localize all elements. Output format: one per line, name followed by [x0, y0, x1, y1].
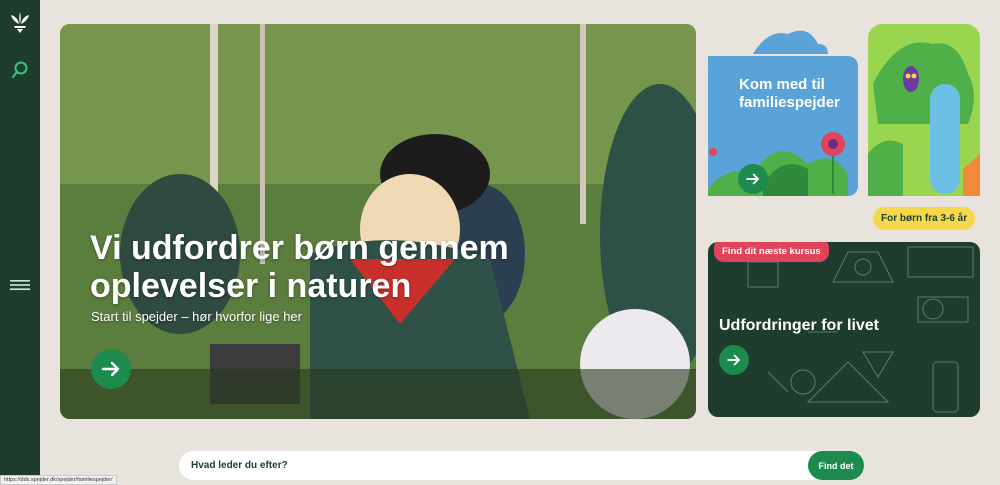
- hero-title: Vi udfordrer børn gennem oplevelser i na…: [90, 229, 509, 305]
- age-badge: For børn fra 3-6 år: [873, 207, 976, 230]
- hero-subtitle[interactable]: Start til spejder – hør hvorfor lige her: [91, 309, 302, 324]
- status-url: https://dds.spejder.dk/spejder/familiesp…: [0, 475, 117, 485]
- hero-arrow-button[interactable]: [91, 349, 131, 389]
- arrow-right-icon: [746, 173, 760, 185]
- menu-icon[interactable]: [10, 277, 30, 293]
- course-badge[interactable]: Find dit næste kursus: [714, 242, 829, 262]
- hero-banner[interactable]: Vi udfordrer børn gennem oplevelser i na…: [60, 24, 696, 419]
- search-input[interactable]: [191, 455, 791, 475]
- search-icon[interactable]: [10, 60, 30, 80]
- arrow-right-icon: [727, 354, 741, 366]
- arrow-right-icon: [101, 361, 120, 377]
- course-card-title[interactable]: Udfordringer for livet: [719, 317, 879, 335]
- family-scout-card[interactable]: Kom med til familiespejder For børn fra …: [708, 24, 980, 234]
- family-card-title[interactable]: Kom med til familiespejder: [739, 76, 869, 112]
- hero-photo: [60, 24, 696, 419]
- search-submit-button[interactable]: Find det: [808, 451, 864, 480]
- site-search-bar: Find det: [179, 451, 864, 480]
- course-arrow-button[interactable]: [719, 345, 749, 375]
- sidebar: [0, 0, 40, 485]
- course-card[interactable]: Find dit næste kursus Udfordringer for l…: [708, 242, 980, 417]
- family-illustration: [708, 24, 980, 196]
- family-arrow-button[interactable]: [738, 164, 768, 194]
- lily-logo-icon[interactable]: [8, 10, 32, 34]
